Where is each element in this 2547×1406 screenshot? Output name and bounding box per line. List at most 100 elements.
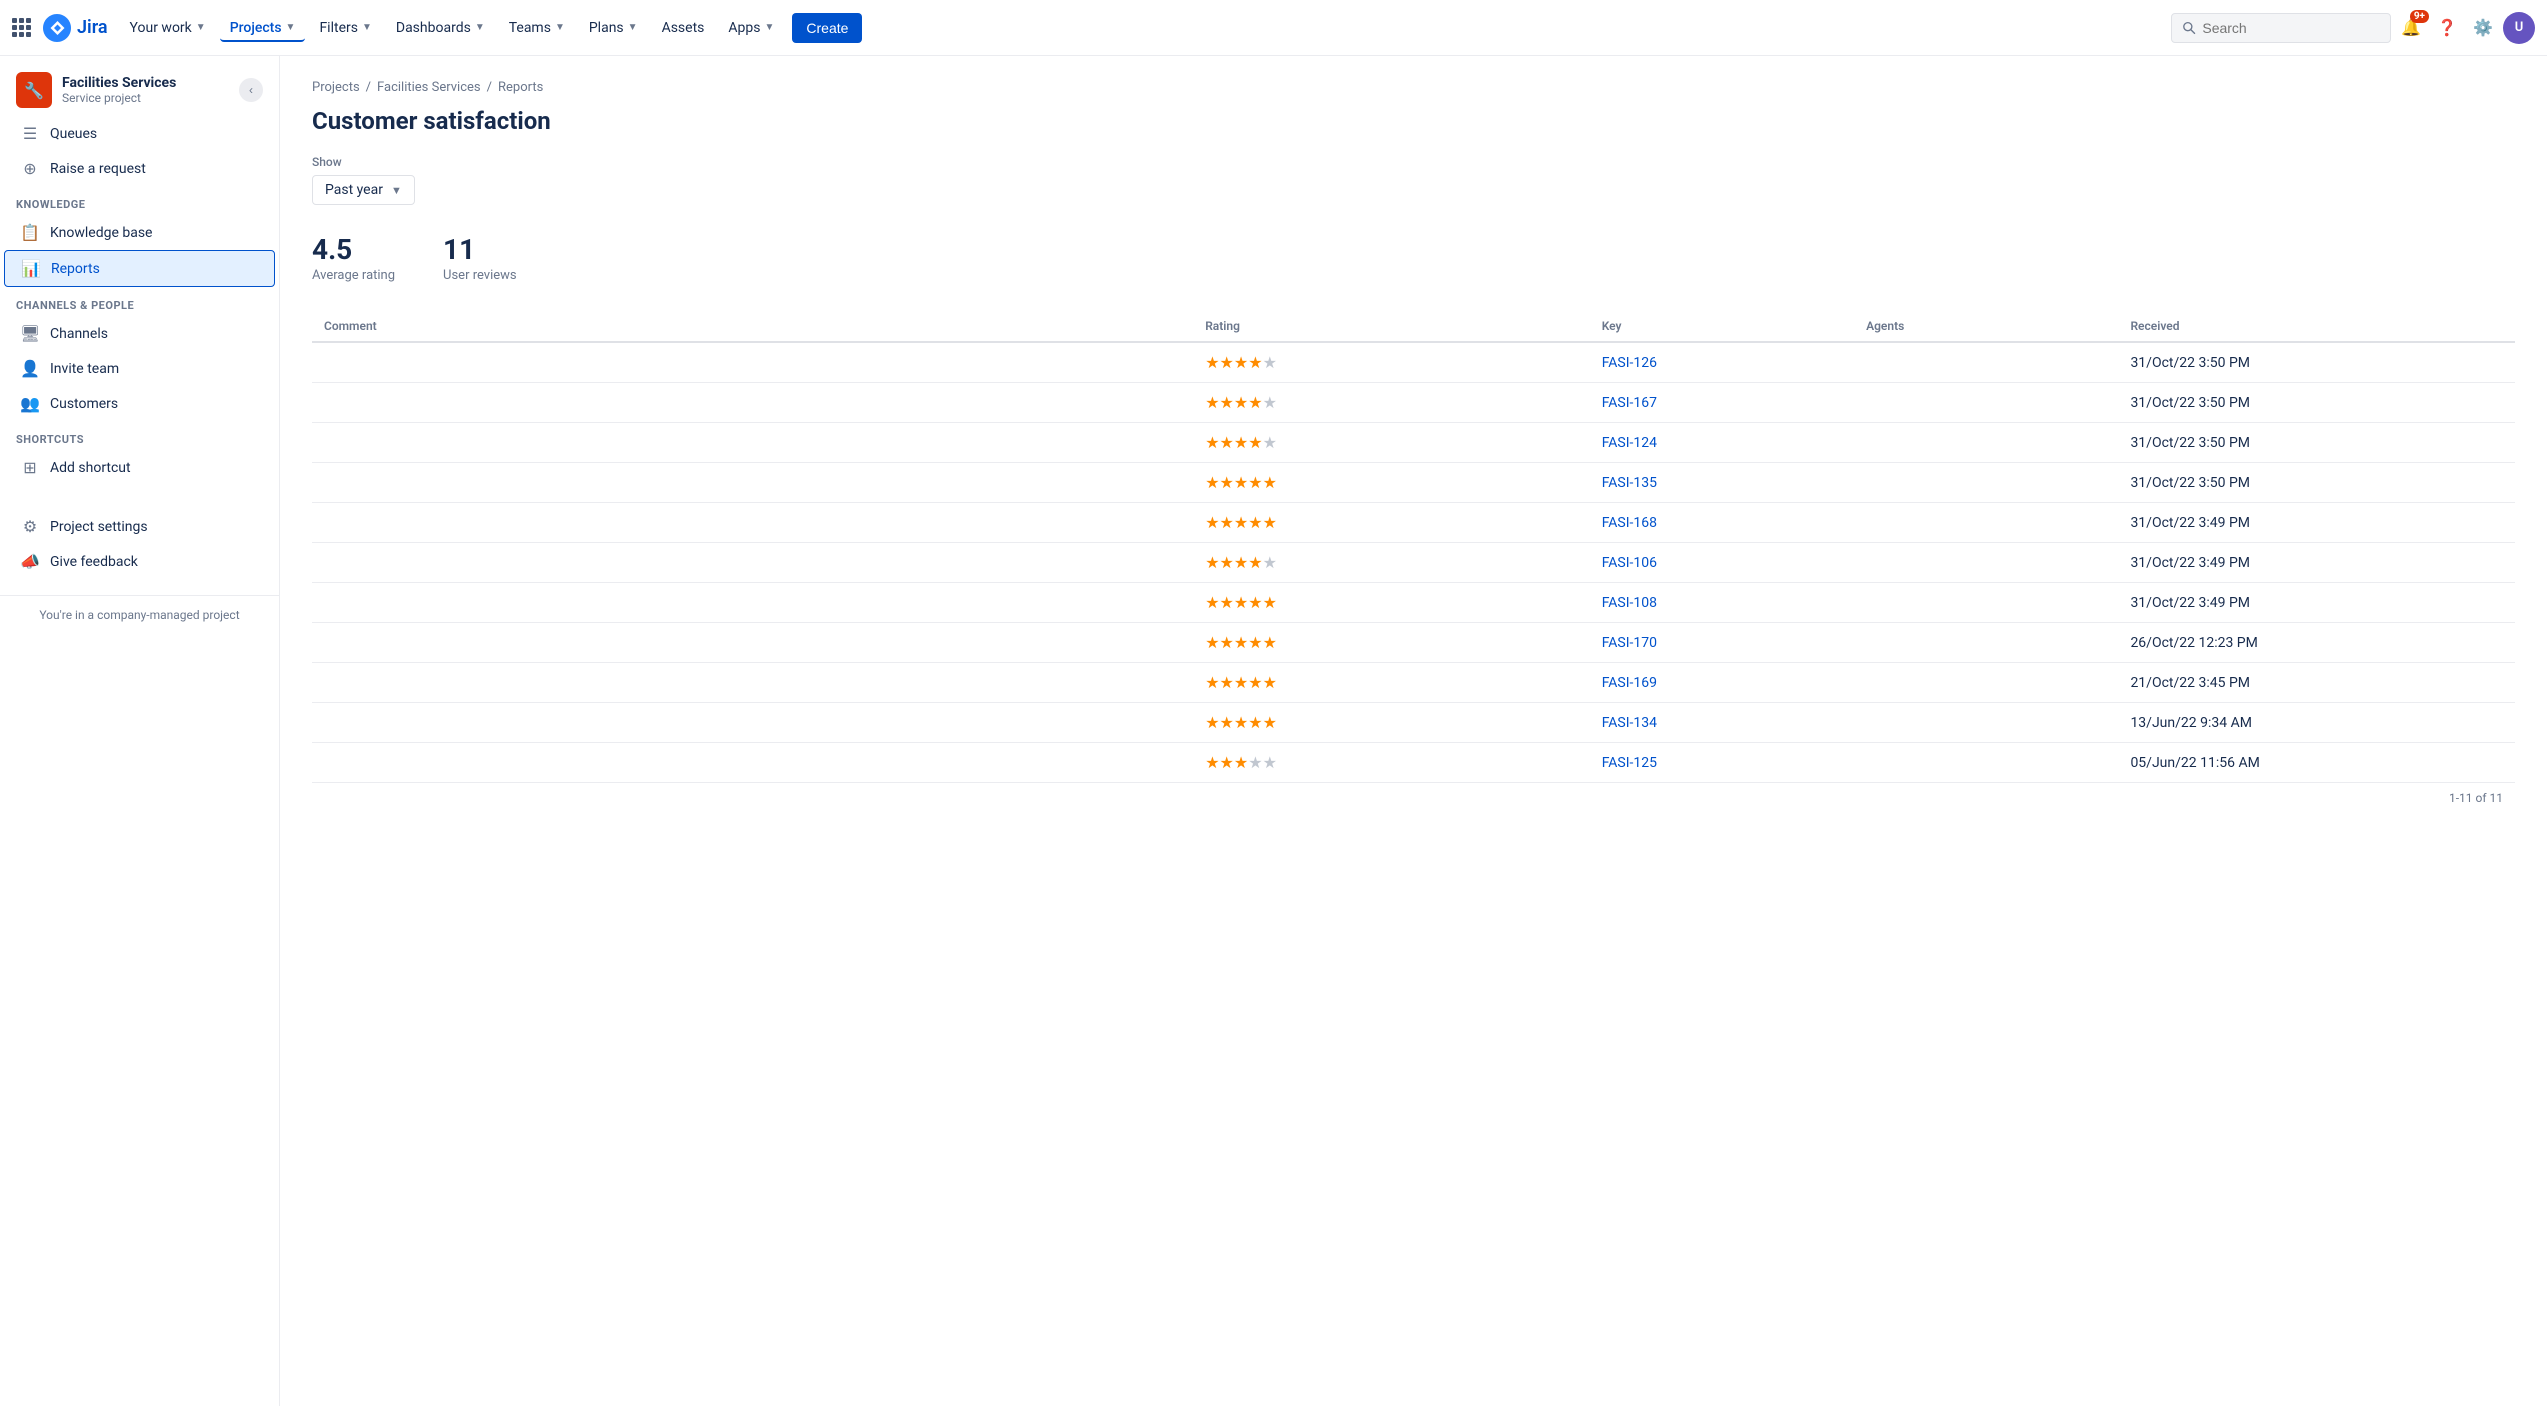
channels-icon: 🖥 [20,324,40,343]
issue-key-link[interactable]: FASI-170 [1602,635,1657,651]
star-filled-icon: ★ [1248,593,1262,612]
project-icon: 🔧 [16,72,52,108]
star-filled-icon: ★ [1234,433,1248,452]
cell-rating: ★★★★★ [1193,423,1590,463]
search-bar[interactable] [2171,13,2391,43]
create-button[interactable]: Create [792,13,862,43]
issue-key-link[interactable]: FASI-108 [1602,595,1657,611]
nav-plans[interactable]: Plans ▼ [579,14,648,42]
queues-icon: ☰ [20,124,40,143]
app-grid-icon[interactable] [12,18,31,37]
cell-key[interactable]: FASI-108 [1590,583,1854,623]
chevron-down-icon: ▼ [475,22,485,33]
cell-comment [312,383,1193,423]
issue-key-link[interactable]: FASI-126 [1602,355,1657,371]
cell-received: 05/Jun/22 11:56 AM [2118,743,2515,783]
star-empty-icon: ★ [1263,433,1277,452]
nav-dashboards[interactable]: Dashboards ▼ [386,14,495,42]
issue-key-link[interactable]: FASI-125 [1602,755,1657,771]
cell-agents [1854,623,2118,663]
cell-key[interactable]: FASI-168 [1590,503,1854,543]
star-filled-icon: ★ [1205,593,1219,612]
star-filled-icon: ★ [1248,393,1262,412]
project-name: Facilities Services [62,75,229,91]
issue-key-link[interactable]: FASI-168 [1602,515,1657,531]
cell-received: 26/Oct/22 12:23 PM [2118,623,2515,663]
sidebar-item-raise-request[interactable]: ⊕ Raise a request [4,151,275,186]
reviews-table: Comment Rating Key Agents Received ★★★★★… [312,311,2515,783]
nav-teams[interactable]: Teams ▼ [499,14,575,42]
star-filled-icon: ★ [1220,353,1234,372]
cell-received: 31/Oct/22 3:50 PM [2118,383,2515,423]
sidebar-item-customers[interactable]: 👥 Customers [4,386,275,421]
col-header-received: Received [2118,311,2515,342]
sidebar-item-add-shortcut[interactable]: ⊞ Add shortcut [4,450,275,485]
settings-button[interactable]: ⚙️ [2467,12,2499,44]
cell-key[interactable]: FASI-170 [1590,623,1854,663]
user-avatar[interactable]: U [2503,12,2535,44]
cell-rating: ★★★★★ [1193,623,1590,663]
cell-comment [312,583,1193,623]
table-row: ★★★★★FASI-10631/Oct/22 3:49 PM [312,543,2515,583]
star-filled-icon: ★ [1248,553,1262,572]
star-empty-icon: ★ [1263,753,1277,772]
search-input[interactable] [2202,20,2380,36]
notifications-button[interactable]: 🔔 9+ [2395,12,2427,44]
issue-key-link[interactable]: FASI-167 [1602,395,1657,411]
cell-key[interactable]: FASI-125 [1590,743,1854,783]
cell-comment [312,342,1193,383]
help-button[interactable]: ❓ [2431,12,2463,44]
star-filled-icon: ★ [1234,513,1248,532]
sidebar-item-knowledge-base[interactable]: 📋 Knowledge base [4,215,275,250]
nav-assets[interactable]: Assets [652,14,715,42]
sidebar-item-queues[interactable]: ☰ Queues [4,116,275,151]
sidebar-item-invite-team[interactable]: 👤 Invite team [4,351,275,386]
sidebar-item-channels[interactable]: 🖥 Channels [4,316,275,351]
issue-key-link[interactable]: FASI-134 [1602,715,1657,731]
star-filled-icon: ★ [1248,633,1262,652]
user-reviews-value: 11 [443,233,517,266]
cell-key[interactable]: FASI-124 [1590,423,1854,463]
sidebar-item-give-feedback[interactable]: 📣 Give feedback [4,544,275,579]
cell-comment [312,743,1193,783]
col-header-rating: Rating [1193,311,1590,342]
star-filled-icon: ★ [1234,553,1248,572]
jira-logo[interactable]: Jira [43,14,108,42]
cell-key[interactable]: FASI-106 [1590,543,1854,583]
sidebar-item-project-settings[interactable]: ⚙ Project settings [4,509,275,544]
star-filled-icon: ★ [1234,393,1248,412]
sidebar-item-reports[interactable]: 📊 Reports [4,250,275,287]
table-row: ★★★★★FASI-12505/Jun/22 11:56 AM [312,743,2515,783]
channels-section-label: CHANNELS & PEOPLE [0,287,279,316]
nav-apps[interactable]: Apps ▼ [718,14,784,42]
cell-key[interactable]: FASI-134 [1590,703,1854,743]
breadcrumb-projects[interactable]: Projects [312,80,360,95]
table-row: ★★★★★FASI-16731/Oct/22 3:50 PM [312,383,2515,423]
cell-comment [312,663,1193,703]
nav-projects[interactable]: Projects ▼ [220,14,306,42]
issue-key-link[interactable]: FASI-135 [1602,475,1657,491]
issue-key-link[interactable]: FASI-106 [1602,555,1657,571]
cell-rating: ★★★★★ [1193,663,1590,703]
issue-key-link[interactable]: FASI-169 [1602,675,1657,691]
cell-agents [1854,423,2118,463]
cell-key[interactable]: FASI-135 [1590,463,1854,503]
sidebar-collapse-button[interactable]: ‹ [239,78,263,102]
nav-filters[interactable]: Filters ▼ [309,14,381,42]
cell-rating: ★★★★★ [1193,463,1590,503]
table-row: ★★★★★FASI-13531/Oct/22 3:50 PM [312,463,2515,503]
star-filled-icon: ★ [1263,673,1277,692]
issue-key-link[interactable]: FASI-124 [1602,435,1657,451]
cell-key[interactable]: FASI-167 [1590,383,1854,423]
breadcrumb-facilities-services[interactable]: Facilities Services [377,80,481,95]
cell-key[interactable]: FASI-126 [1590,342,1854,383]
give-feedback-icon: 📣 [20,552,40,571]
period-filter-dropdown[interactable]: Past year ▼ [312,175,415,205]
cell-key[interactable]: FASI-169 [1590,663,1854,703]
star-filled-icon: ★ [1220,513,1234,532]
nav-your-work[interactable]: Your work ▼ [120,14,216,42]
star-filled-icon: ★ [1263,473,1277,492]
customers-icon: 👥 [20,394,40,413]
star-filled-icon: ★ [1220,473,1234,492]
star-filled-icon: ★ [1205,473,1219,492]
